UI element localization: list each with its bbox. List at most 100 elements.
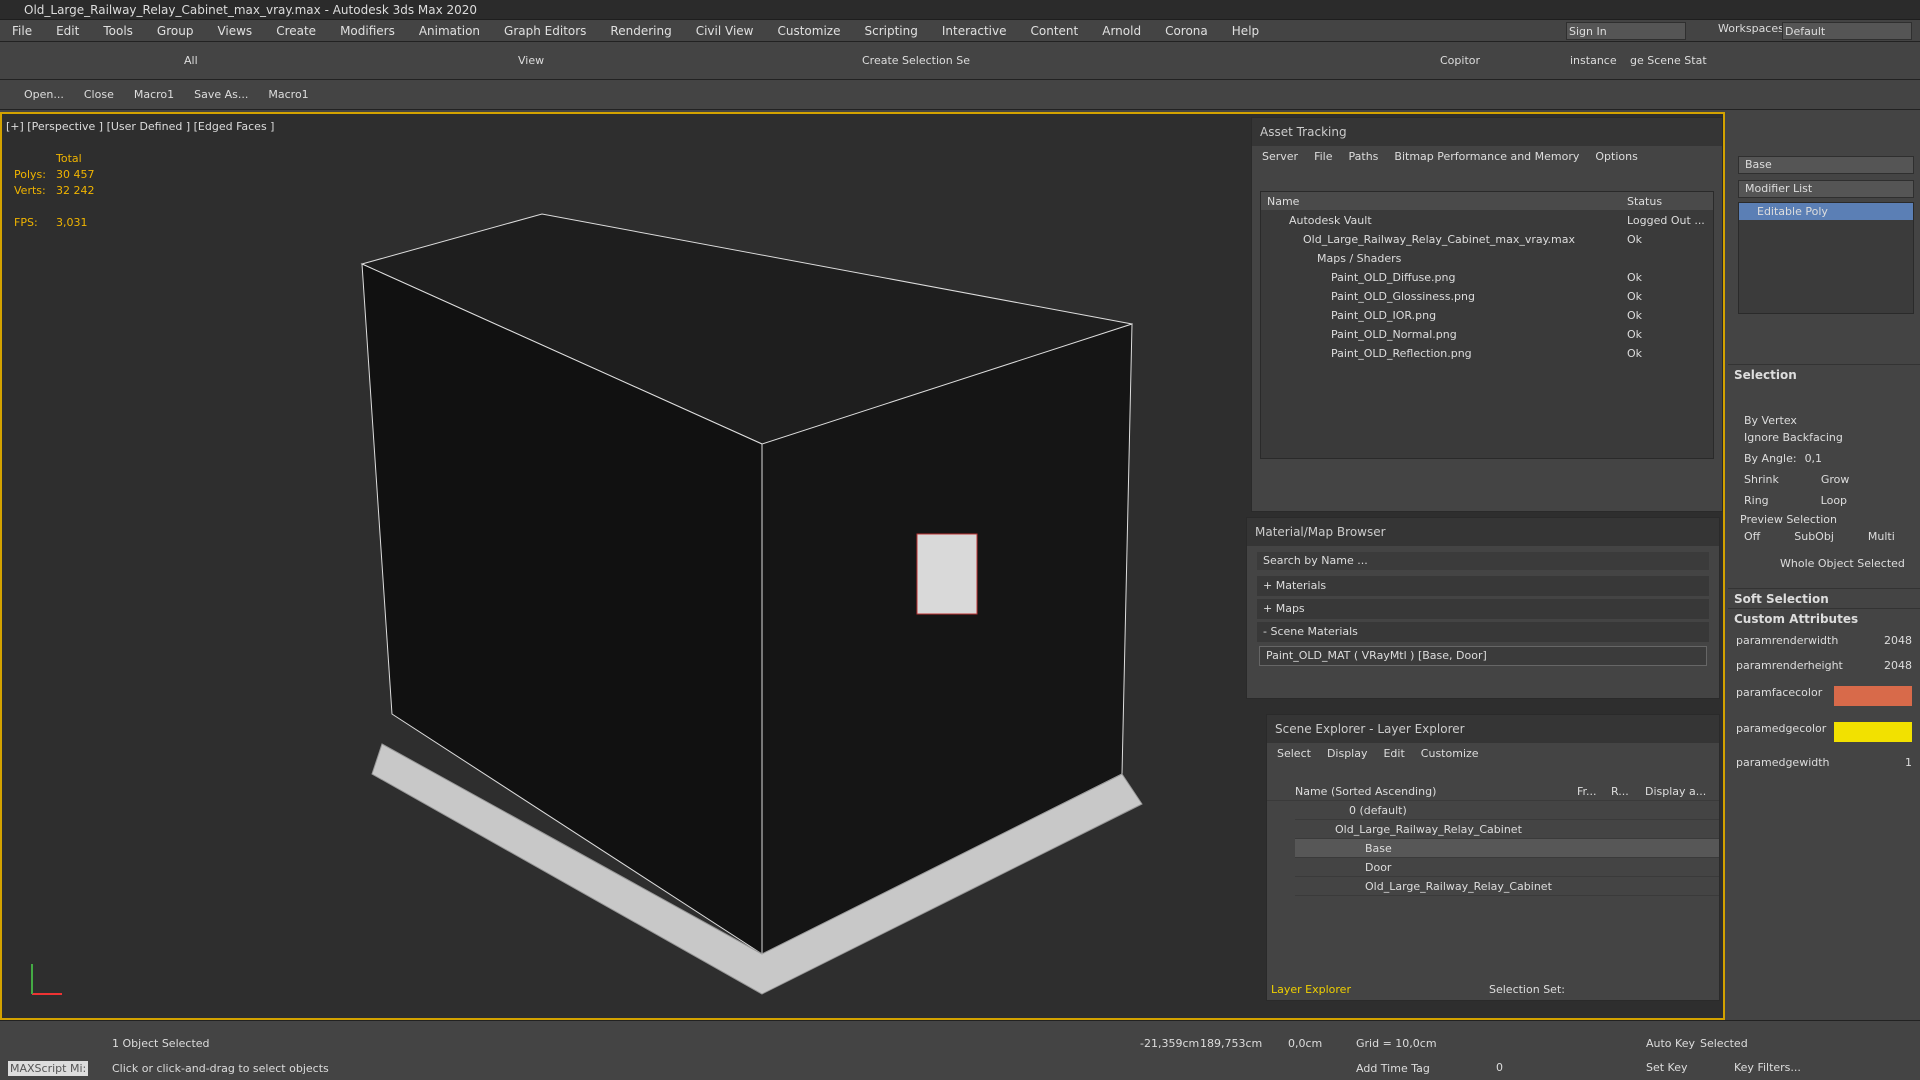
key-mode-dropdown[interactable]: Selected xyxy=(1700,1037,1748,1050)
material-search[interactable]: Search by Name ... xyxy=(1257,552,1709,570)
col-name-sorted[interactable]: Name (Sorted Ascending) xyxy=(1295,785,1577,798)
material-section[interactable]: - Scene Materials xyxy=(1257,622,1709,642)
macro-button-0[interactable]: Open... xyxy=(24,88,64,101)
ring-button[interactable]: Ring xyxy=(1744,494,1769,507)
preview-off-radio[interactable]: Off xyxy=(1744,530,1760,543)
layer-row[interactable]: Door xyxy=(1295,858,1719,877)
set-key-button[interactable]: Set Key xyxy=(1646,1061,1688,1074)
material-browser-title[interactable]: Material/Map Browser xyxy=(1247,518,1719,546)
macro-button-4[interactable]: Macro1 xyxy=(268,88,308,101)
auto-key-button[interactable]: Auto Key xyxy=(1646,1037,1695,1050)
modifier-list-dropdown[interactable]: Modifier List xyxy=(1738,180,1914,198)
menu-animation[interactable]: Animation xyxy=(407,20,492,42)
scene-explorer-title[interactable]: Scene Explorer - Layer Explorer xyxy=(1267,715,1719,743)
asset-row[interactable]: Paint_OLD_Normal.png Ok xyxy=(1261,325,1713,344)
scene-state[interactable]: ge Scene Stat xyxy=(1630,54,1707,67)
layer-explorer-dropdown[interactable]: Layer Explorer xyxy=(1271,983,1351,996)
maxscript-listener[interactable]: MAXScript Mi: xyxy=(8,1061,89,1076)
layer-row[interactable]: Base xyxy=(1295,839,1719,858)
asset-row[interactable]: Paint_OLD_Glossiness.png Ok xyxy=(1261,287,1713,306)
asset-menu-bitmap-performance-and-memory[interactable]: Bitmap Performance and Memory xyxy=(1394,150,1579,163)
paramrenderwidth-value[interactable]: 2048 xyxy=(1884,634,1912,647)
col-frozen[interactable]: Fr... xyxy=(1577,785,1611,798)
asset-title[interactable]: Asset Tracking xyxy=(1252,118,1722,146)
menu-group[interactable]: Group xyxy=(145,20,206,42)
menu-corona[interactable]: Corona xyxy=(1153,20,1220,42)
ignore-backfacing-check[interactable]: Ignore Backfacing xyxy=(1728,427,1920,448)
by-angle-value[interactable]: 0,1 xyxy=(1805,452,1823,465)
asset-menu-paths[interactable]: Paths xyxy=(1349,150,1379,163)
soft-selection-rollout[interactable]: Soft Selection xyxy=(1728,588,1920,608)
col-render[interactable]: R... xyxy=(1611,785,1645,798)
z-coordinate[interactable]: 0,0cm xyxy=(1288,1037,1322,1050)
asset-row[interactable]: Paint_OLD_Diffuse.png Ok xyxy=(1261,268,1713,287)
edge-color-swatch[interactable] xyxy=(1834,722,1912,742)
object-name-field[interactable]: Base xyxy=(1738,156,1914,174)
material-section[interactable]: + Materials xyxy=(1257,576,1709,596)
menu-scripting[interactable]: Scripting xyxy=(852,20,929,42)
paramedgewidth-value[interactable]: 1 xyxy=(1905,756,1912,769)
view-dropdown[interactable]: View xyxy=(518,54,544,67)
macro-button-2[interactable]: Macro1 xyxy=(134,88,174,101)
sign-in-button[interactable]: Sign In xyxy=(1566,22,1686,40)
selection-filter[interactable]: All xyxy=(184,54,198,67)
menu-graph-editors[interactable]: Graph Editors xyxy=(492,20,598,42)
macro-button-1[interactable]: Close xyxy=(84,88,114,101)
menu-interactive[interactable]: Interactive xyxy=(930,20,1019,42)
loop-button[interactable]: Loop xyxy=(1821,494,1847,507)
workspace-dropdown[interactable]: Default xyxy=(1782,22,1912,40)
menu-help[interactable]: Help xyxy=(1220,20,1271,42)
explorer-menu-edit[interactable]: Edit xyxy=(1383,747,1404,760)
asset-row[interactable]: Paint_OLD_IOR.png Ok xyxy=(1261,306,1713,325)
copitor[interactable]: Copitor xyxy=(1440,54,1480,67)
asset-menu-options[interactable]: Options xyxy=(1595,150,1637,163)
shrink-button[interactable]: Shrink xyxy=(1744,473,1779,486)
preview-subobj-radio[interactable]: SubObj xyxy=(1794,530,1834,543)
material-section[interactable]: + Maps xyxy=(1257,599,1709,619)
menu-arnold[interactable]: Arnold xyxy=(1090,20,1153,42)
asset-row[interactable]: Old_Large_Railway_Relay_Cabinet_max_vray… xyxy=(1261,230,1713,249)
paramrenderheight-value[interactable]: 2048 xyxy=(1884,659,1912,672)
layer-row[interactable]: Old_Large_Railway_Relay_Cabinet xyxy=(1295,877,1719,896)
by-angle-check[interactable]: By Angle: xyxy=(1744,452,1797,465)
by-vertex-check[interactable]: By Vertex xyxy=(1728,384,1920,427)
selection-rollout[interactable]: Selection xyxy=(1728,364,1920,384)
menu-create[interactable]: Create xyxy=(264,20,328,42)
menu-civil-view[interactable]: Civil View xyxy=(684,20,766,42)
asset-row[interactable]: Paint_OLD_Reflection.png Ok xyxy=(1261,344,1713,363)
asset-menu-file[interactable]: File xyxy=(1314,150,1332,163)
menu-modifiers[interactable]: Modifiers xyxy=(328,20,407,42)
explorer-menu-display[interactable]: Display xyxy=(1327,747,1368,760)
y-coordinate[interactable]: 189,753cm xyxy=(1200,1037,1262,1050)
asset-row[interactable]: Autodesk Vault Logged Out ... xyxy=(1261,211,1713,230)
custom-attributes-rollout[interactable]: Custom Attributes xyxy=(1728,608,1920,628)
layer-row[interactable]: 0 (default) xyxy=(1295,801,1719,820)
x-coordinate[interactable]: -21,359cm xyxy=(1140,1037,1199,1050)
menu-rendering[interactable]: Rendering xyxy=(598,20,683,42)
menu-content[interactable]: Content xyxy=(1019,20,1091,42)
preview-multi-radio[interactable]: Multi xyxy=(1868,530,1895,543)
asset-menu-server[interactable]: Server xyxy=(1262,150,1298,163)
macro-button-3[interactable]: Save As... xyxy=(194,88,248,101)
face-color-swatch[interactable] xyxy=(1834,686,1912,706)
explorer-menu-select[interactable]: Select xyxy=(1277,747,1311,760)
scene-material-item[interactable]: Paint_OLD_MAT ( VRayMtl ) [Base, Door] xyxy=(1259,646,1707,666)
add-time-tag[interactable]: Add Time Tag xyxy=(1356,1062,1430,1075)
menu-views[interactable]: Views xyxy=(205,20,264,42)
menu-edit[interactable]: Edit xyxy=(44,20,91,42)
col-name[interactable]: Name xyxy=(1261,195,1621,208)
key-filters-button[interactable]: Key Filters... xyxy=(1734,1061,1801,1074)
menu-tools[interactable]: Tools xyxy=(91,20,145,42)
asset-grid[interactable]: Name Status Autodesk Vault Logged Out ...… xyxy=(1260,191,1714,459)
col-display[interactable]: Display a... xyxy=(1645,785,1706,798)
grow-button[interactable]: Grow xyxy=(1821,473,1850,486)
create-selection-set[interactable]: Create Selection Se xyxy=(862,54,970,67)
explorer-menu-customize[interactable]: Customize xyxy=(1421,747,1479,760)
editable-poly-item[interactable]: Editable Poly xyxy=(1739,203,1913,220)
asset-row[interactable]: Maps / Shaders xyxy=(1261,249,1713,268)
instance-button[interactable]: instance xyxy=(1570,54,1617,67)
menu-customize[interactable]: Customize xyxy=(765,20,852,42)
menu-file[interactable]: File xyxy=(0,20,44,42)
layer-row[interactable]: Old_Large_Railway_Relay_Cabinet xyxy=(1295,820,1719,839)
col-status[interactable]: Status xyxy=(1621,195,1662,208)
